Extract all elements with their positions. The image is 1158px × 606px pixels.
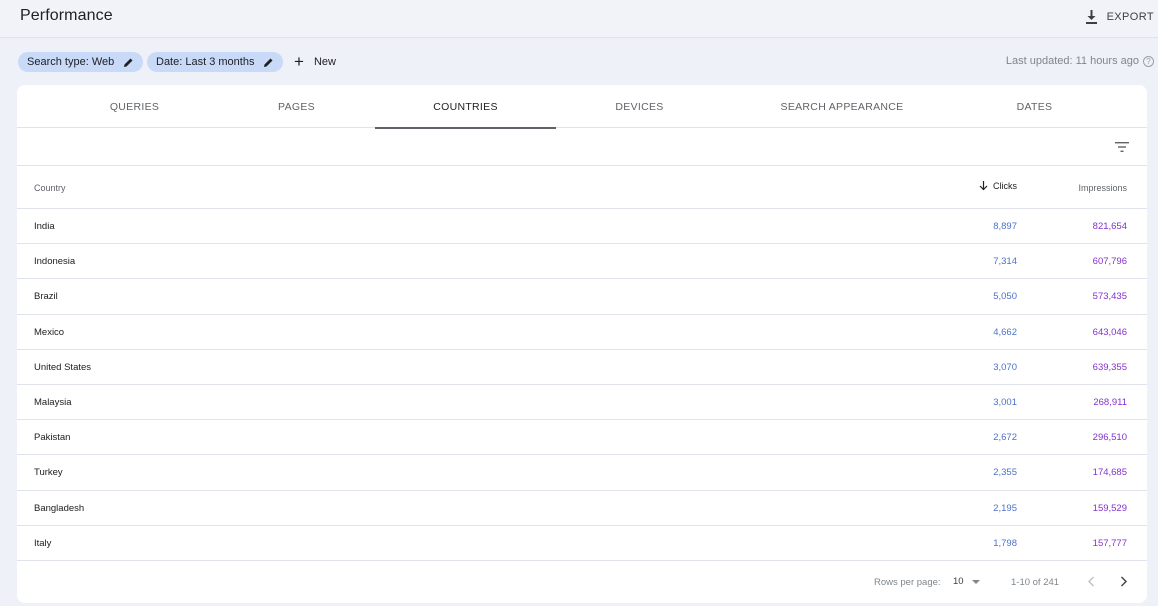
search-type-chip[interactable]: Search type: Web	[18, 52, 144, 72]
clicks-cell: 2,355	[993, 467, 1017, 479]
pagination-range: 1-10 of 241	[1011, 577, 1060, 588]
last-updated: Last updated: 11 hours ago ?	[1006, 55, 1154, 67]
page-title: Performance	[20, 7, 113, 24]
clicks-cell: 2,195	[993, 502, 1017, 514]
chevron-left-icon	[1088, 576, 1094, 586]
arrow-down-icon	[979, 181, 988, 191]
date-chip[interactable]: Date: Last 3 months	[147, 52, 284, 72]
download-icon	[1085, 10, 1097, 24]
country-cell: United States	[34, 361, 92, 373]
clicks-cell: 3,070	[993, 361, 1017, 373]
help-icon[interactable]: ?	[1143, 55, 1154, 67]
clicks-cell: 7,314	[993, 256, 1017, 268]
pagination: Rows per page: 10 1-10 of 241	[17, 561, 1147, 603]
impressions-cell: 607,796	[1092, 256, 1127, 268]
column-header-country[interactable]: Country	[34, 183, 66, 193]
tab-search-appearance[interactable]: SEARCH APPEARANCE	[732, 85, 952, 128]
new-filter-button[interactable]: + New	[294, 53, 336, 71]
results-card: QUERIES PAGES COUNTRIES DEVICES SEARCH A…	[17, 85, 1147, 603]
previous-page-button[interactable]	[1083, 573, 1099, 589]
clicks-cell: 4,662	[993, 326, 1017, 338]
export-label: EXPORT	[1106, 11, 1154, 23]
country-cell: Brazil	[34, 291, 58, 303]
clicks-cell: 5,050	[993, 291, 1017, 303]
country-cell: Bangladesh	[34, 502, 85, 514]
rows-per-page-value: 10	[953, 576, 964, 587]
date-label: Date: Last 3 months	[156, 56, 255, 68]
filter-icon[interactable]	[1115, 141, 1129, 153]
column-header-clicks[interactable]: Clicks	[979, 181, 1017, 191]
page-header: Performance EXPORT	[0, 0, 1158, 38]
tab-countries[interactable]: COUNTRIES	[375, 85, 556, 129]
country-cell: India	[34, 221, 55, 232]
clicks-cell: 1,798	[993, 537, 1017, 549]
country-cell: Turkey	[34, 467, 63, 479]
filter-bar: Search type: Web Date: Last 3 months + N…	[0, 38, 1158, 85]
next-page-button[interactable]	[1116, 573, 1132, 589]
impressions-cell: 159,529	[1092, 502, 1127, 514]
chevron-right-icon	[1121, 576, 1127, 586]
tab-dates[interactable]: DATES	[947, 85, 1122, 128]
impressions-cell: 268,911	[1093, 396, 1127, 408]
table-row[interactable]: Turkey 2,355 174,685	[17, 455, 1147, 491]
table-row[interactable]: Pakistan 2,672 296,510	[17, 420, 1147, 456]
impressions-cell: 174,685	[1092, 467, 1127, 479]
table-row[interactable]: United States 3,070 639,355	[17, 350, 1147, 385]
impressions-cell: 821,654	[1092, 221, 1127, 232]
table-row[interactable]: Mexico 4,662 643,046	[17, 315, 1147, 350]
plus-icon: +	[294, 52, 304, 71]
impressions-cell: 643,046	[1092, 326, 1127, 338]
tab-pages[interactable]: PAGES	[209, 85, 384, 128]
last-updated-text: Last updated: 11 hours ago	[1005, 55, 1139, 67]
table-body: India 8,897 821,654 Indonesia 7,314 607,796 Br…	[17, 209, 1147, 561]
export-button[interactable]: EXPORT	[1085, 6, 1154, 28]
country-cell: Pakistan	[34, 432, 71, 444]
country-cell: Italy	[34, 537, 52, 549]
pencil-icon	[264, 58, 273, 67]
table-row[interactable]: India 8,897 821,654	[17, 209, 1147, 245]
impressions-cell: 573,435	[1092, 291, 1127, 303]
tab-queries[interactable]: QUERIES	[47, 85, 222, 128]
dimension-tabs: QUERIES PAGES COUNTRIES DEVICES SEARCH A…	[17, 85, 1147, 129]
impressions-cell: 296,510	[1092, 432, 1127, 444]
rows-per-page-label: Rows per page:	[874, 577, 941, 588]
table-row[interactable]: Brazil 5,050 573,435	[17, 279, 1147, 315]
table-row[interactable]: Italy 1,798 157,777	[17, 526, 1147, 561]
clicks-cell: 2,672	[993, 432, 1017, 444]
table-row[interactable]: Indonesia 7,314 607,796	[17, 244, 1147, 280]
clicks-header-label: Clicks	[993, 181, 1017, 191]
caret-down-icon	[971, 579, 980, 584]
tab-devices[interactable]: DEVICES	[552, 85, 727, 128]
country-cell: Malaysia	[34, 396, 72, 408]
impressions-cell: 639,355	[1092, 361, 1127, 373]
table-header: Country Clicks Impressions	[17, 166, 1147, 209]
rows-per-page-select[interactable]: 10	[953, 576, 980, 587]
clicks-cell: 8,897	[993, 221, 1017, 232]
country-cell: Mexico	[34, 326, 65, 338]
search-type-label: Search type: Web	[27, 56, 115, 68]
pencil-icon	[124, 58, 133, 67]
table-row[interactable]: Bangladesh 2,195 159,529	[17, 491, 1147, 526]
clicks-cell: 3,001	[993, 396, 1017, 408]
column-header-impressions[interactable]: Impressions	[1078, 183, 1127, 193]
table-toolbar	[17, 128, 1147, 166]
new-label: New	[313, 56, 336, 68]
country-cell: Indonesia	[34, 256, 76, 268]
table-row[interactable]: Malaysia 3,001 268,911	[17, 385, 1147, 421]
impressions-cell: 157,777	[1092, 537, 1127, 549]
